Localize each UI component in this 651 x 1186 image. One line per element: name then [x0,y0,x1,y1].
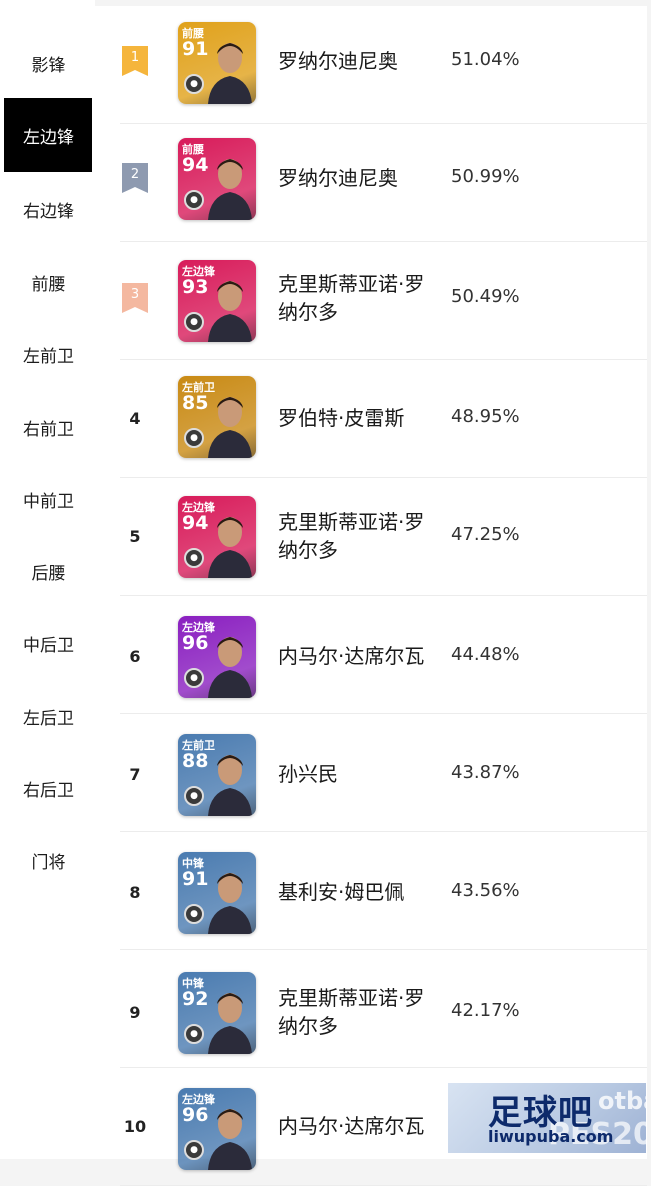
sidebar-item[interactable]: 右后卫 [4,751,93,825]
card-rating: 94 [182,512,209,534]
player-name: 克里斯蒂亚诺·罗纳尔多 [278,510,425,562]
rank-number: 6 [129,646,141,666]
sidebar-item[interactable]: 左边锋 [4,98,93,172]
player-name: 孙兴民 [278,762,338,786]
usage-percentage: 44.48% [451,644,520,665]
sidebar-item[interactable]: 后腰 [4,534,93,608]
player-card[interactable]: 左前卫 85 ● [178,376,256,458]
usage-percentage: 47.25% [451,524,520,545]
sidebar-item[interactable]: 门将 [4,823,93,897]
player-portrait-icon [208,517,252,578]
card-rating: 91 [182,38,209,60]
usage-percentage: 50.49% [451,286,520,307]
player-portrait-icon [208,993,252,1054]
club-badge-icon: ● [184,190,204,210]
ranking-row[interactable]: 9 中锋 92 ● 克里斯蒂亚诺·罗纳尔多 42.17% [92,950,647,1068]
player-portrait-icon [208,637,252,698]
player-card[interactable]: 前腰 91 ● [178,22,256,104]
usage-percentage: 42.17% [451,1000,520,1021]
player-name: 罗纳尔迪尼奥 [278,166,398,190]
ranking-row[interactable]: 3 左边锋 93 ● 克里斯蒂亚诺·罗纳尔多 50.49% [92,242,647,360]
card-rating: 96 [182,1104,209,1126]
card-rating: 93 [182,276,209,298]
card-rating: 88 [182,750,209,772]
player-portrait-icon [208,1109,252,1170]
player-portrait-icon [208,159,252,220]
rank-number: 8 [129,882,141,902]
sidebar-item[interactable]: 左后卫 [4,679,93,753]
player-card[interactable]: 左边锋 96 ● [178,616,256,698]
ranking-row[interactable]: 7 左前卫 88 ● 孙兴民 43.87% [92,714,647,832]
player-card[interactable]: 左边锋 96 ● [178,1088,256,1170]
sidebar-item[interactable]: 右前卫 [4,390,93,464]
player-portrait-icon [208,873,252,934]
club-badge-icon: ● [184,904,204,924]
card-rating: 94 [182,154,209,176]
ranking-row[interactable]: 6 左边锋 96 ● 内马尔·达席尔瓦 44.48% [92,596,647,714]
rank-medal: 3 [122,283,148,313]
player-portrait-icon [208,397,252,458]
player-name: 内马尔·达席尔瓦 [278,1114,425,1138]
watermark-url: liwupuba.com [488,1127,614,1146]
player-card[interactable]: 中锋 92 ● [178,972,256,1054]
usage-percentage: 43.87% [451,762,520,783]
usage-percentage: 43.56% [451,880,520,901]
player-name: 克里斯蒂亚诺·罗纳尔多 [278,986,425,1038]
ranking-row[interactable]: 1 前腰 91 ● 罗纳尔迪尼奥 51.04% [92,6,647,124]
player-portrait-icon [208,281,252,342]
sidebar-item[interactable]: 影锋 [4,26,93,100]
rank-number: 9 [129,1002,141,1022]
sidebar-item[interactable]: 前腰 [4,245,93,319]
club-badge-icon: ● [184,786,204,806]
usage-percentage: 51.04% [451,49,520,70]
rank-number: 5 [129,526,141,546]
usage-percentage: 48.95% [451,406,520,427]
player-name: 基利安·姆巴佩 [278,880,405,904]
sidebar-item[interactable]: 中前卫 [4,462,93,536]
ranking-list: 1 前腰 91 ● 罗纳尔迪尼奥 51.04% 2 前腰 94 ● 罗纳尔迪尼奥 50.99% 3 左边锋… [92,6,647,1186]
player-card[interactable]: 前腰 94 ● [178,138,256,220]
ranking-row[interactable]: 8 中锋 91 ● 基利安·姆巴佩 43.56% [92,832,647,950]
player-portrait-icon [208,43,252,104]
club-badge-icon: ● [184,548,204,568]
sidebar-item[interactable]: 左前卫 [4,317,93,391]
club-badge-icon: ● [184,1140,204,1160]
watermark-bg-text: otba [598,1087,646,1115]
sidebar-item[interactable]: 中后卫 [4,606,93,680]
sidebar-item[interactable]: 右边锋 [4,172,93,246]
player-card[interactable]: 左边锋 93 ● [178,260,256,342]
ranking-row[interactable]: 4 左前卫 85 ● 罗伯特·皮雷斯 48.95% [92,360,647,478]
player-portrait-icon [208,755,252,816]
club-badge-icon: ● [184,668,204,688]
club-badge-icon: ● [184,428,204,448]
club-badge-icon: ● [184,74,204,94]
player-card[interactable]: 中锋 91 ● [178,852,256,934]
site-watermark: otba PES20 足球吧 liwupuba.com [448,1083,646,1153]
club-badge-icon: ● [184,1024,204,1044]
card-rating: 91 [182,868,209,890]
rank-medal: 1 [122,46,148,76]
rank-medal: 2 [122,163,148,193]
player-name: 罗伯特·皮雷斯 [278,406,405,430]
ranking-row[interactable]: 5 左边锋 94 ● 克里斯蒂亚诺·罗纳尔多 47.25% [92,478,647,596]
card-rating: 92 [182,988,209,1010]
rank-number: 10 [123,1116,147,1136]
position-sidebar: 影锋 左边锋 右边锋 前腰 左前卫 右前卫 中前卫 后腰 中后卫 左后卫 右后卫 门将 [0,0,95,1159]
rank-number: 7 [129,764,141,784]
ranking-row[interactable]: 2 前腰 94 ● 罗纳尔迪尼奥 50.99% [92,124,647,242]
player-name: 克里斯蒂亚诺·罗纳尔多 [278,272,425,324]
player-name: 罗纳尔迪尼奥 [278,49,398,73]
player-name: 内马尔·达席尔瓦 [278,644,425,668]
card-rating: 96 [182,632,209,654]
player-card[interactable]: 左前卫 88 ● [178,734,256,816]
card-rating: 85 [182,392,209,414]
usage-percentage: 50.99% [451,166,520,187]
player-card[interactable]: 左边锋 94 ● [178,496,256,578]
rank-number: 4 [129,408,141,428]
club-badge-icon: ● [184,312,204,332]
